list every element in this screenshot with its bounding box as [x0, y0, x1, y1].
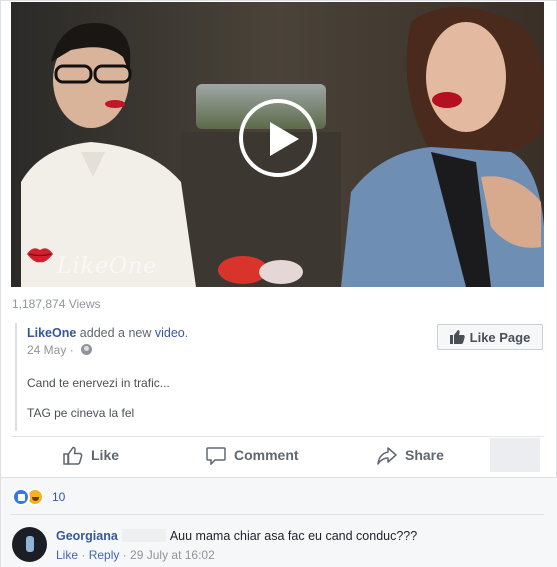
- comment-icon: [206, 446, 226, 465]
- comment-body: Georgiana Auu mama chiar asa fac eu cand …: [56, 529, 417, 543]
- like-reaction-icon: [12, 488, 30, 506]
- comment-reply-link[interactable]: Reply: [89, 548, 120, 562]
- reaction-summary[interactable]: 10: [12, 488, 65, 506]
- post-action-bar: Like Comment Share: [11, 438, 544, 472]
- comments-section: 10 Georgiana Auu mama chiar asa fac eu ca…: [1, 477, 557, 567]
- comment-text: Auu mama chiar asa fac eu cand conduc???: [169, 529, 418, 543]
- post-meta: 24 May ·: [27, 343, 93, 357]
- like-label: Like: [91, 447, 120, 463]
- video-player[interactable]: LikeOne: [11, 2, 544, 287]
- comment-like-link[interactable]: Like: [56, 548, 78, 562]
- divider: [11, 436, 544, 437]
- reaction-count: 10: [52, 490, 66, 504]
- commenter-avatar-placeholder[interactable]: [490, 438, 540, 472]
- meta-separator: ·: [66, 343, 78, 357]
- video-post-card: LikeOne 1,187,874 Views LikeOne added a …: [0, 0, 557, 567]
- thumbs-up-outline-icon: [63, 446, 83, 465]
- comment-button[interactable]: Comment: [206, 443, 299, 467]
- page-name-link[interactable]: LikeOne: [27, 326, 76, 340]
- dot-separator: ·: [119, 548, 131, 562]
- video-link[interactable]: video: [155, 326, 185, 340]
- comment-actions: Like · Reply · 29 July at 16:02: [56, 548, 215, 562]
- share-arrow-icon: [377, 446, 397, 465]
- post-description-line-2: TAG pe cineva la fel: [27, 406, 135, 420]
- like-button[interactable]: Like: [63, 443, 119, 467]
- like-page-label: Like Page: [469, 329, 531, 345]
- like-page-button[interactable]: Like Page: [437, 324, 543, 350]
- dot-separator: ·: [78, 548, 89, 562]
- globe-icon: [81, 344, 93, 355]
- comment-timestamp[interactable]: 29 July at 16:02: [130, 548, 215, 562]
- lips-logo-icon: [25, 242, 55, 268]
- post-description-line-1: Cand te enervezi in trafic...: [27, 376, 170, 390]
- attribution-suffix: .: [184, 326, 189, 340]
- post-attribution: LikeOne added a new video.: [27, 326, 188, 340]
- play-button-icon[interactable]: [239, 99, 317, 177]
- share-button[interactable]: Share: [377, 443, 444, 467]
- view-count: 1,187,874 Views: [12, 297, 101, 311]
- post-action-text: added a new: [76, 326, 155, 340]
- comment-label: Comment: [234, 447, 299, 463]
- divider: [11, 514, 544, 515]
- avatar[interactable]: [12, 527, 47, 562]
- thumbs-up-icon: [449, 330, 465, 344]
- share-label: Share: [405, 447, 444, 463]
- video-watermark: LikeOne: [57, 254, 158, 279]
- redacted-name: [121, 529, 166, 542]
- comment-author[interactable]: Georgiana: [56, 529, 118, 543]
- post-date[interactable]: 24 May: [27, 343, 66, 357]
